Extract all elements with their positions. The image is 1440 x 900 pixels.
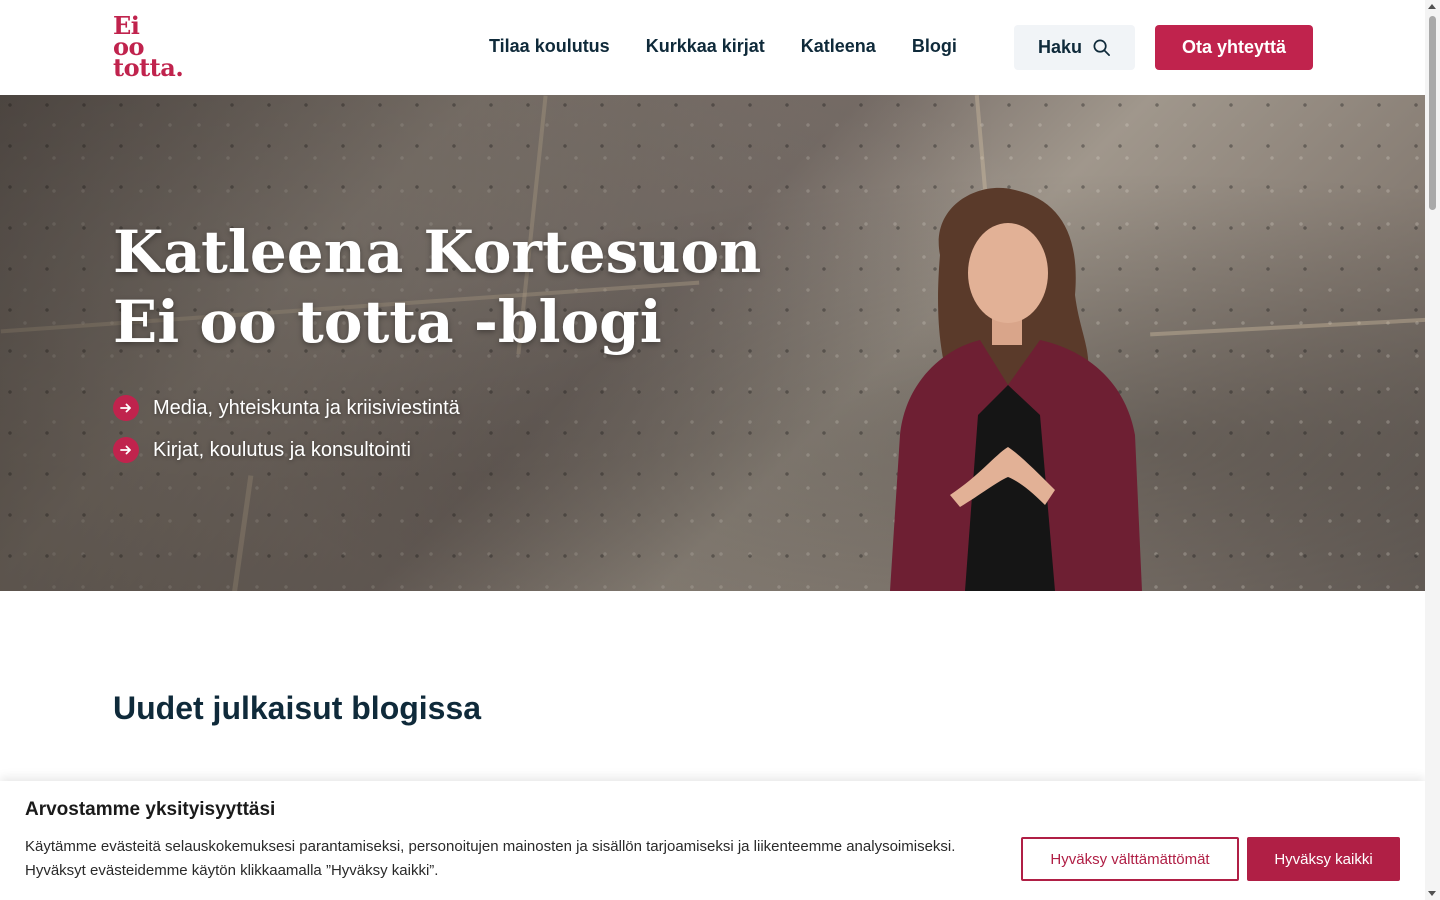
hero-bullet-list: Media, yhteiskunta ja kriisiviestintä Ki… (113, 387, 460, 471)
main-nav: Tilaa koulutus Kurkkaa kirjat Katleena B… (489, 36, 957, 57)
hero-bullet-text: Media, yhteiskunta ja kriisiviestintä (153, 396, 460, 419)
cookie-banner: Arvostamme yksityisyyttäsi Käytämme eväs… (0, 781, 1425, 900)
hero-title-line-2: Ei oo totta -blogi (113, 288, 662, 356)
scroll-thumb[interactable] (1429, 16, 1436, 210)
accept-necessary-button[interactable]: Hyväksy välttämättömät (1021, 837, 1239, 881)
nav-item-blogi[interactable]: Blogi (912, 36, 957, 57)
accept-all-button[interactable]: Hyväksy kaikki (1247, 837, 1400, 881)
hero-title-line-1: Katleena Kortesuon (113, 218, 762, 286)
arrow-right-icon (113, 437, 139, 463)
hero-title: Katleena Kortesuon Ei oo totta -blogi (113, 217, 761, 357)
logo-line-3: totta. (113, 53, 184, 82)
nav-item-katleena[interactable]: Katleena (801, 36, 876, 57)
nav-item-kurkkaa-kirjat[interactable]: Kurkkaa kirjat (646, 36, 765, 57)
search-button[interactable]: Haku (1014, 25, 1135, 70)
arrow-right-icon (113, 395, 139, 421)
cookie-title: Arvostamme yksityisyyttäsi (25, 799, 276, 820)
section-title-new-posts: Uudet julkaisut blogissa (113, 690, 482, 726)
site-header: Ei oo totta. Tilaa koulutus Kurkkaa kirj… (0, 0, 1425, 96)
hero-bullet-text: Kirjat, koulutus ja konsultointi (153, 438, 411, 461)
contact-button[interactable]: Ota yhteyttä (1155, 25, 1313, 70)
search-label: Haku (1037, 37, 1082, 57)
scroll-down-arrow-icon[interactable] (1428, 891, 1436, 896)
site-logo[interactable]: Ei oo totta. (113, 14, 184, 82)
page-scrollbar[interactable] (1425, 0, 1440, 900)
portrait-photo (890, 187, 1142, 591)
scroll-up-arrow-icon[interactable] (1428, 4, 1436, 9)
hero-banner: Katleena Kortesuon Ei oo totta -blogi Me… (0, 95, 1425, 591)
hero-bullet-item: Kirjat, koulutus ja konsultointi (113, 429, 460, 471)
hero-bullet-item: Media, yhteiskunta ja kriisiviestintä (113, 387, 460, 429)
nav-item-tilaa-koulutus[interactable]: Tilaa koulutus (489, 36, 610, 57)
search-icon (1093, 39, 1110, 56)
cookie-text: Käytämme evästeitä selauskokemuksesi par… (25, 838, 956, 879)
